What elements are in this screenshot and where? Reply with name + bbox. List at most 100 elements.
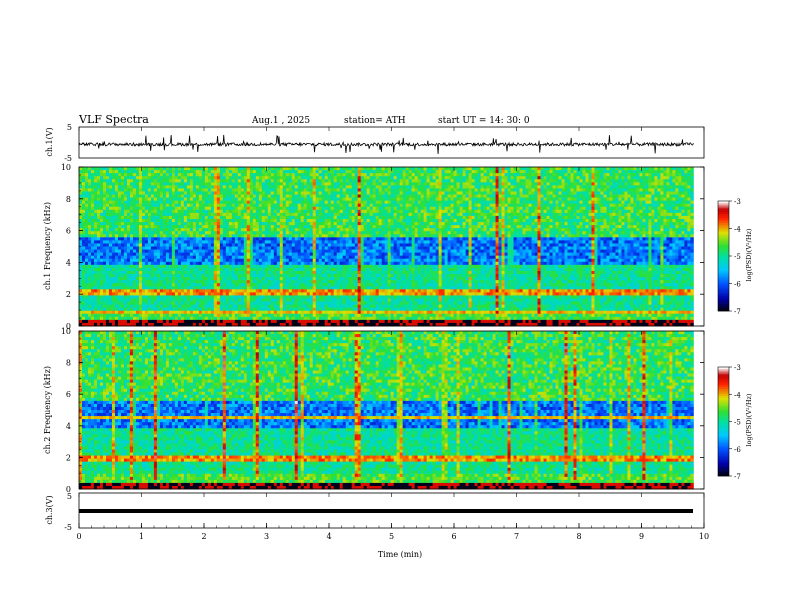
spectrogram-cell-1 — [220, 247, 223, 250]
spectrogram-cell-1 — [94, 283, 97, 286]
spectrogram-cell-1 — [169, 225, 172, 228]
spectrogram-cell-1 — [337, 201, 340, 204]
spectrogram-cell-1 — [232, 295, 235, 298]
spectrogram-cell-1 — [136, 262, 139, 265]
spectrogram-cell-1 — [127, 191, 130, 194]
spectrogram-cell-1 — [358, 253, 361, 256]
spectrogram-cell-1 — [103, 320, 106, 323]
spectrogram-cell-1 — [160, 314, 163, 317]
spectrogram-cell-1 — [295, 247, 298, 250]
spectrogram-cell-1 — [139, 308, 142, 311]
spectrogram-cell-1 — [244, 253, 247, 256]
spectrogram-cell-1 — [301, 210, 304, 213]
spectrogram-cell-1 — [88, 237, 91, 240]
spectrogram-cell-1 — [325, 204, 328, 207]
spectrogram-cell-1 — [97, 182, 100, 185]
spectrogram-cell-1 — [169, 176, 172, 179]
spectrogram-cell-1 — [286, 280, 289, 283]
spectrogram-cell-1 — [250, 219, 253, 222]
spectrogram-cell-1 — [88, 234, 91, 237]
spectrogram-cell-1 — [286, 302, 289, 305]
spectrogram-cell-1 — [196, 280, 199, 283]
spectrogram-cell-1 — [250, 262, 253, 265]
spectrogram-cell-1 — [127, 265, 130, 268]
spectrogram-cell-1 — [313, 170, 316, 173]
spectrogram-cell-1 — [250, 210, 253, 213]
spectrogram-cell-1 — [322, 243, 325, 246]
spectrogram-cell-1 — [163, 277, 166, 280]
spectrogram-cell-1 — [232, 302, 235, 305]
spectrogram-cell-1 — [253, 201, 256, 204]
spectrogram-cell-1 — [310, 250, 313, 253]
spectrogram-cell-1 — [196, 256, 199, 259]
spectrogram-cell-1 — [157, 250, 160, 253]
spectrogram-cell-1 — [247, 198, 250, 201]
spectrogram-cell-1 — [160, 201, 163, 204]
spectrogram-cell-1 — [244, 286, 247, 289]
spectrogram-cell-1 — [226, 286, 229, 289]
spectrogram-cell-1 — [163, 225, 166, 228]
spectrogram-cell-1 — [340, 256, 343, 259]
spectrogram-cell-1 — [283, 210, 286, 213]
spectrogram-cell-1 — [148, 271, 151, 274]
spectrogram-cell-1 — [340, 295, 343, 298]
spectrogram-cell-1 — [79, 167, 82, 170]
spectrogram-cell-1 — [148, 173, 151, 176]
spectrogram-cell-1 — [178, 198, 181, 201]
spectrogram-cell-1 — [328, 271, 331, 274]
spectrogram-cell-1 — [337, 253, 340, 256]
spectrogram-cell-1 — [247, 311, 250, 314]
spectrogram-cell-1 — [193, 311, 196, 314]
spectrogram-cell-1 — [235, 295, 238, 298]
spectrogram-cell-1 — [238, 286, 241, 289]
spectrogram-cell-1 — [178, 283, 181, 286]
spectrogram-cell-1 — [172, 295, 175, 298]
spectrogram-cell-1 — [133, 271, 136, 274]
spectrogram-cell-1 — [88, 231, 91, 234]
spectrogram-cell-1 — [100, 179, 103, 182]
spectrogram-cell-1 — [130, 201, 133, 204]
spectrogram-cell-1 — [85, 250, 88, 253]
spectrogram-cell-1 — [208, 274, 211, 277]
spectrogram-cell-1 — [232, 219, 235, 222]
spectrogram-cell-1 — [298, 240, 301, 243]
spectrogram-cell-1 — [283, 225, 286, 228]
spectrogram-cell-1 — [259, 262, 262, 265]
spectrogram-cell-1 — [199, 225, 202, 228]
spectrogram-cell-1 — [295, 237, 298, 240]
spectrogram-cell-1 — [163, 259, 166, 262]
spectrogram-cell-1 — [106, 182, 109, 185]
spectrogram-cell-1 — [166, 207, 169, 210]
spectrogram-cell-1 — [232, 216, 235, 219]
spectrogram-cell-1 — [325, 213, 328, 216]
spectrogram-cell-1 — [232, 213, 235, 216]
spectrogram-cell-1 — [118, 222, 121, 225]
spectrogram-cell-1 — [130, 262, 133, 265]
spectrogram-cell-1 — [358, 283, 361, 286]
spectrogram-cell-1 — [85, 225, 88, 228]
spectrogram-cell-1 — [343, 228, 346, 231]
spectrogram-cell-1 — [160, 277, 163, 280]
spectrogram-cell-1 — [277, 280, 280, 283]
spectrogram-cell-1 — [352, 253, 355, 256]
spectrogram-cell-1 — [325, 240, 328, 243]
spectrogram-cell-1 — [190, 185, 193, 188]
spectrogram-cell-1 — [217, 317, 220, 320]
spectrogram-cell-1 — [142, 240, 145, 243]
spectrogram-cell-1 — [322, 280, 325, 283]
spectrogram-cell-1 — [223, 250, 226, 253]
spectrogram-cell-1 — [91, 317, 94, 320]
spectrogram-cell-1 — [301, 213, 304, 216]
spectrogram-cell-1 — [214, 234, 217, 237]
spectrogram-cell-1 — [223, 179, 226, 182]
spectrogram-cell-1 — [202, 265, 205, 268]
spectrogram-cell-1 — [199, 167, 202, 170]
spectrogram-cell-1 — [214, 253, 217, 256]
spectrogram-cell-1 — [358, 298, 361, 301]
spectrogram-cell-1 — [121, 176, 124, 179]
spectrogram-cell-1 — [319, 225, 322, 228]
spectrogram-cell-1 — [280, 216, 283, 219]
spectrogram-cell-1 — [112, 188, 115, 191]
spectrogram-cell-1 — [277, 262, 280, 265]
spectrogram-cell-1 — [346, 191, 349, 194]
